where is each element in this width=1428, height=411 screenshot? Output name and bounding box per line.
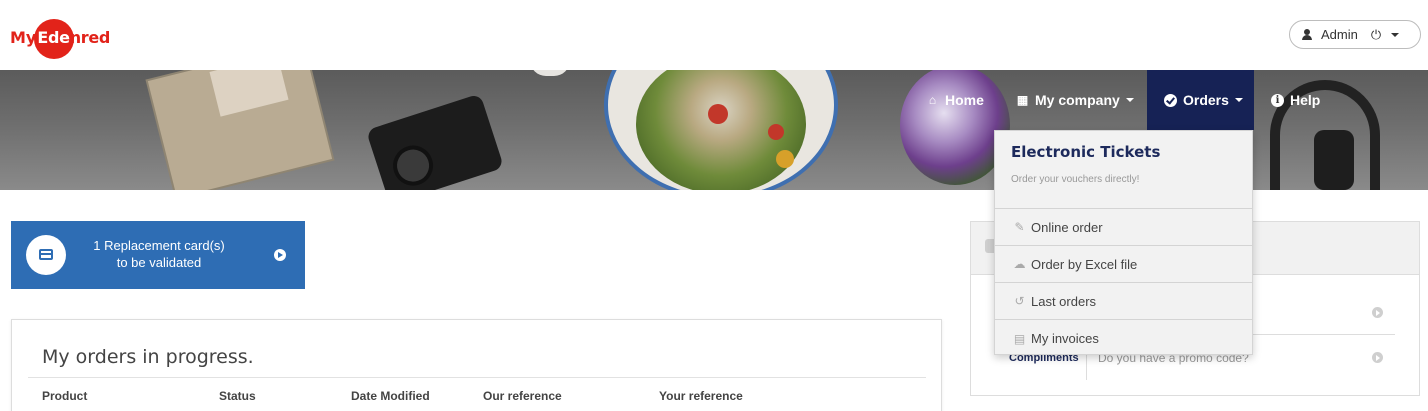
- nav-item-my-company[interactable]: ▦ My company: [1016, 70, 1134, 130]
- info-icon: i: [1271, 93, 1284, 107]
- column-header-our-reference[interactable]: Our reference: [483, 389, 562, 403]
- replacement-card-line1: 1 Replacement card(s): [93, 238, 225, 253]
- column-header-status[interactable]: Status: [219, 389, 256, 403]
- chevron-down-icon: [1234, 98, 1243, 102]
- column-header-your-reference[interactable]: Your reference: [659, 389, 743, 403]
- admin-label: Admin: [1321, 27, 1358, 42]
- home-icon: ⌂: [928, 93, 937, 107]
- building-icon: ▦: [1016, 93, 1029, 107]
- menu-item-label: Online order: [1031, 219, 1103, 235]
- menu-item-order-by-excel[interactable]: ☁ Order by Excel file: [995, 246, 1252, 283]
- cloud-upload-icon: ☁: [1013, 257, 1026, 271]
- my-edenred-logo[interactable]: My Edenred: [10, 17, 111, 59]
- menu-item-label: My invoices: [1031, 331, 1099, 346]
- chevron-down-icon: [1391, 32, 1400, 37]
- column-header-product[interactable]: Product: [42, 389, 87, 403]
- menu-item-my-invoices[interactable]: ▤ My invoices: [995, 320, 1252, 357]
- dropdown-header: Electronic Tickets Order your vouchers d…: [995, 131, 1252, 209]
- menu-item-label: Last orders: [1031, 293, 1097, 309]
- edit-icon: ✎: [1014, 220, 1025, 234]
- chevron-right-circle-icon[interactable]: [1372, 307, 1383, 318]
- nav-orders-label: Orders: [1183, 92, 1229, 108]
- nav-help-label: Help: [1290, 92, 1321, 108]
- logo-edenred: Edenred: [34, 18, 111, 59]
- power-icon[interactable]: ⏻: [1371, 27, 1381, 43]
- admin-menu-button[interactable]: Admin ⏻: [1289, 20, 1421, 49]
- logo-rest: nred: [69, 27, 111, 47]
- nav-home-label: Home: [945, 92, 984, 108]
- document-icon: ▤: [1013, 331, 1026, 346]
- orders-panel-title: My orders in progress.: [42, 346, 254, 368]
- card-icon-circle: [26, 235, 66, 275]
- dropdown-subtitle: Order your vouchers directly!: [1011, 174, 1140, 185]
- credit-card-icon: [39, 249, 53, 260]
- check-circle-icon: [1164, 93, 1177, 107]
- orders-dropdown-menu: Electronic Tickets Order your vouchers d…: [994, 130, 1253, 355]
- replacement-card-text: 1 Replacement card(s) to be validated: [81, 237, 237, 271]
- nav-item-help[interactable]: i Help: [1271, 70, 1320, 130]
- logo-my: My: [10, 27, 37, 47]
- menu-item-online-order[interactable]: ✎ Online order: [995, 209, 1252, 246]
- nav-item-home[interactable]: ⌂ Home: [926, 70, 984, 130]
- chevron-right-circle-icon[interactable]: [1372, 352, 1383, 363]
- replacement-card-line2: to be validated: [116, 255, 202, 270]
- menu-item-last-orders[interactable]: ↺ Last orders: [995, 283, 1252, 320]
- chevron-down-icon: [1125, 98, 1134, 102]
- logo-e: Ede: [37, 27, 70, 47]
- play-circle-icon[interactable]: [274, 249, 286, 261]
- menu-item-label: Order by Excel file: [1031, 256, 1138, 272]
- column-header-date-modified[interactable]: Date Modified: [351, 389, 430, 403]
- nav-company-label: My company: [1035, 92, 1120, 108]
- main-nav: ⌂ Home ▦ My company Orders i Help: [0, 70, 1428, 130]
- nav-item-orders[interactable]: Orders: [1147, 70, 1254, 130]
- divider: [28, 377, 926, 378]
- top-bar: My Edenred Admin ⏻: [0, 0, 1428, 70]
- user-icon: [1302, 29, 1312, 40]
- replacement-card-alert[interactable]: 1 Replacement card(s) to be validated: [11, 221, 305, 289]
- dropdown-title: Electronic Tickets: [1011, 143, 1161, 161]
- orders-in-progress-panel: My orders in progress. Product Status Da…: [11, 319, 942, 411]
- history-icon: ↺: [1014, 294, 1025, 308]
